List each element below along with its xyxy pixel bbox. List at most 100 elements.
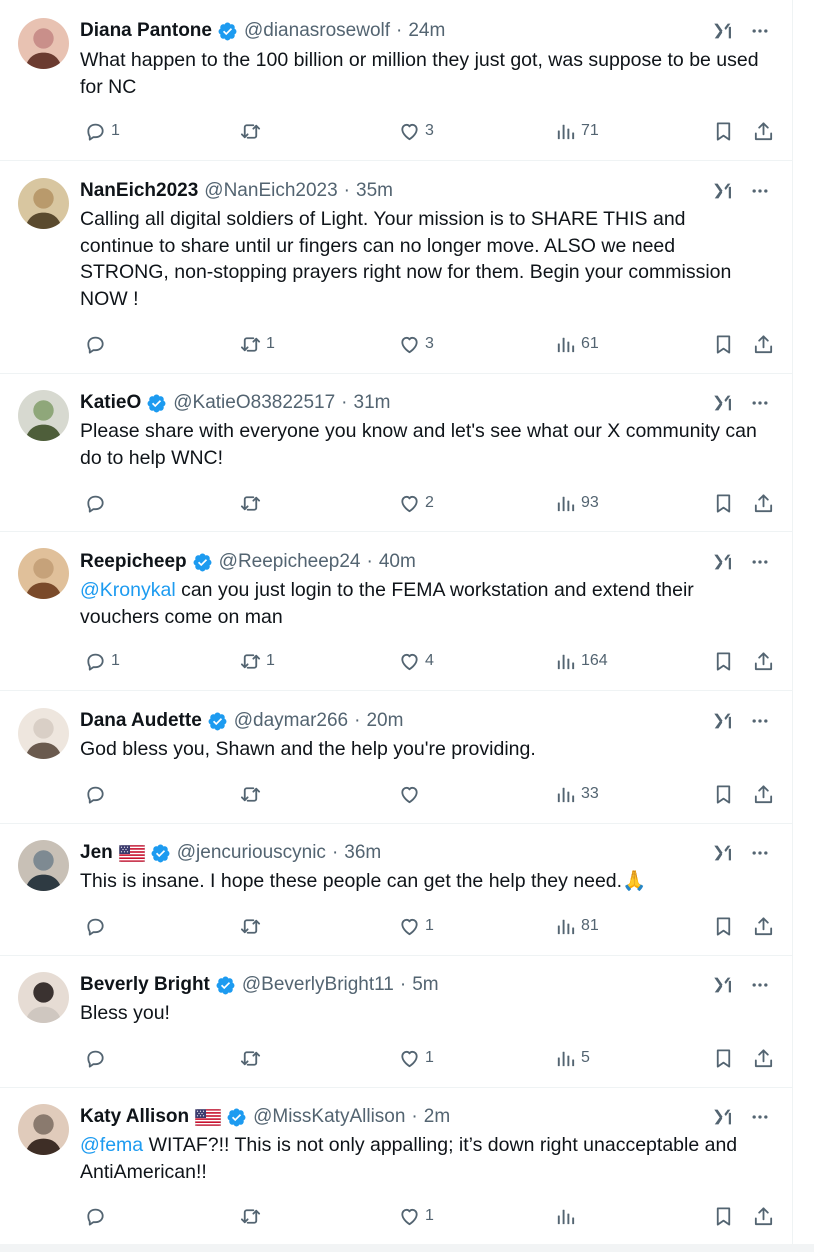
views-button[interactable]: 164 <box>550 647 608 675</box>
display-name[interactable]: Katy Allison <box>80 1106 189 1128</box>
grok-icon[interactable] <box>712 551 734 573</box>
avatar[interactable] <box>18 18 69 69</box>
retweet-button[interactable] <box>235 117 266 145</box>
grok-icon[interactable] <box>712 1106 734 1128</box>
like-button[interactable]: 4 <box>394 647 434 675</box>
like-button[interactable]: 1 <box>394 1044 434 1072</box>
tweet[interactable]: NanEich2023 @NanEich2023 · 35m Calling all d… <box>0 160 792 374</box>
display-name[interactable]: Diana Pantone <box>80 20 212 42</box>
share-button[interactable] <box>748 489 775 517</box>
user-handle[interactable]: @NanEich2023 <box>204 180 337 202</box>
views-button[interactable]: 61 <box>550 330 599 358</box>
user-handle[interactable]: @MissKatyAllison <box>253 1106 405 1128</box>
mention-link[interactable]: @Kronykal <box>80 579 176 601</box>
user-handle[interactable]: @daymar266 <box>234 710 348 732</box>
views-button[interactable] <box>550 1202 581 1230</box>
more-icon[interactable] <box>750 711 770 731</box>
bookmark-button[interactable] <box>708 117 735 145</box>
timestamp[interactable]: 31m <box>354 392 391 414</box>
user-handle[interactable]: @KatieO83822517 <box>173 392 335 414</box>
retweet-button[interactable] <box>235 1044 266 1072</box>
avatar[interactable] <box>18 1104 69 1155</box>
like-button[interactable]: 3 <box>394 117 434 145</box>
retweet-button[interactable]: 1 <box>235 647 275 675</box>
user-handle[interactable]: @Reepicheep24 <box>219 551 361 573</box>
more-icon[interactable] <box>750 393 770 413</box>
timestamp[interactable]: 2m <box>424 1106 450 1128</box>
mention-link[interactable]: @fema <box>80 1134 143 1156</box>
more-icon[interactable] <box>750 552 770 572</box>
more-icon[interactable] <box>750 975 770 995</box>
bookmark-button[interactable] <box>708 1202 735 1230</box>
display-name[interactable]: Dana Audette <box>80 710 202 732</box>
views-button[interactable]: 71 <box>550 117 599 145</box>
tweet[interactable]: Beverly Bright @BeverlyBright11 · 5m Bless y… <box>0 955 792 1088</box>
share-button[interactable] <box>748 1202 775 1230</box>
retweet-button[interactable] <box>235 780 266 808</box>
bookmark-button[interactable] <box>708 647 735 675</box>
grok-icon[interactable] <box>712 392 734 414</box>
grok-icon[interactable] <box>712 180 734 202</box>
reply-button[interactable] <box>80 912 111 940</box>
tweet[interactable]: Katy Allison @MissKatyAllison · 2m @fema WIT… <box>0 1087 792 1245</box>
retweet-button[interactable] <box>235 1202 266 1230</box>
like-button[interactable]: 3 <box>394 330 434 358</box>
bookmark-button[interactable] <box>708 1044 735 1072</box>
like-button[interactable]: 1 <box>394 912 434 940</box>
more-icon[interactable] <box>750 843 770 863</box>
retweet-button[interactable] <box>235 489 266 517</box>
bookmark-button[interactable] <box>708 330 735 358</box>
tweet[interactable]: Jen @jencuriouscynic · 36m This is insane. I… <box>0 823 792 956</box>
timestamp[interactable]: 24m <box>408 20 445 42</box>
avatar[interactable] <box>18 840 69 891</box>
more-icon[interactable] <box>750 181 770 201</box>
timestamp[interactable]: 5m <box>412 974 438 996</box>
bookmark-button[interactable] <box>708 489 735 517</box>
grok-icon[interactable] <box>712 710 734 732</box>
user-handle[interactable]: @BeverlyBright11 <box>242 974 394 996</box>
display-name[interactable]: Beverly Bright <box>80 974 210 996</box>
views-button[interactable]: 93 <box>550 489 599 517</box>
retweet-button[interactable]: 1 <box>235 330 275 358</box>
tweet[interactable]: KatieO @KatieO83822517 · 31m Please share wi… <box>0 373 792 532</box>
reply-button[interactable] <box>80 489 111 517</box>
reply-button[interactable] <box>80 1202 111 1230</box>
timestamp[interactable]: 35m <box>356 180 393 202</box>
avatar[interactable] <box>18 548 69 599</box>
bookmark-button[interactable] <box>708 912 735 940</box>
reply-button[interactable] <box>80 330 111 358</box>
like-button[interactable]: 2 <box>394 489 434 517</box>
reply-button[interactable] <box>80 780 111 808</box>
share-button[interactable] <box>748 912 775 940</box>
avatar[interactable] <box>18 178 69 229</box>
avatar[interactable] <box>18 708 69 759</box>
timestamp[interactable]: 36m <box>344 842 381 864</box>
retweet-button[interactable] <box>235 912 266 940</box>
share-button[interactable] <box>748 1044 775 1072</box>
share-button[interactable] <box>748 117 775 145</box>
share-button[interactable] <box>748 647 775 675</box>
timestamp[interactable]: 40m <box>379 551 416 573</box>
more-icon[interactable] <box>750 1107 770 1127</box>
display-name[interactable]: Jen <box>80 842 113 864</box>
tweet[interactable]: Reepicheep @Reepicheep24 · 40m @Kronykal can… <box>0 531 792 691</box>
like-button[interactable] <box>394 780 425 808</box>
reply-button[interactable] <box>80 1044 111 1072</box>
tweet[interactable]: Dana Audette @daymar266 · 20m God bless you,… <box>0 690 792 824</box>
avatar[interactable] <box>18 972 69 1023</box>
views-button[interactable]: 33 <box>550 780 599 808</box>
reply-button[interactable]: 1 <box>80 117 120 145</box>
display-name[interactable]: KatieO <box>80 392 141 414</box>
display-name[interactable]: Reepicheep <box>80 551 187 573</box>
timestamp[interactable]: 20m <box>366 710 403 732</box>
share-button[interactable] <box>748 330 775 358</box>
user-handle[interactable]: @dianasrosewolf <box>244 20 390 42</box>
views-button[interactable]: 5 <box>550 1044 590 1072</box>
grok-icon[interactable] <box>712 974 734 996</box>
more-icon[interactable] <box>750 21 770 41</box>
display-name[interactable]: NanEich2023 <box>80 180 198 202</box>
views-button[interactable]: 81 <box>550 912 599 940</box>
tweet[interactable]: Diana Pantone @dianasrosewolf · 24m What hap… <box>0 0 792 161</box>
grok-icon[interactable] <box>712 842 734 864</box>
bookmark-button[interactable] <box>708 780 735 808</box>
